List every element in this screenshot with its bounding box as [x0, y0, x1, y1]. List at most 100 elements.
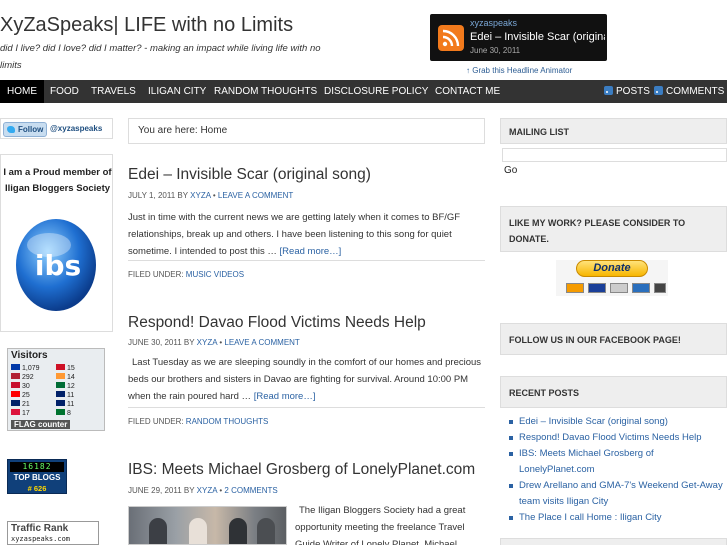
ibs-logo[interactable]: ibs	[13, 215, 99, 315]
twitter-follow-button[interactable]: Follow	[3, 122, 47, 137]
visitor-row: 8	[56, 409, 71, 417]
site-title[interactable]: XyZaSpeaks| LIFE with no Limits	[0, 14, 293, 37]
top-blogs-label: TOP BLOGS	[13, 473, 61, 482]
site-description: did I live? did I love? did I matter? - …	[0, 43, 321, 71]
visitor-row: 11	[56, 400, 74, 408]
top-blogs-counter: 16182	[10, 462, 64, 472]
visitor-row: 292	[11, 373, 34, 381]
facebook-title: FOLLOW US IN OUR FACEBOOK PAGE!	[500, 323, 727, 355]
recent-post-link[interactable]: Respond! Davao Flood Victims Needs Help	[508, 430, 727, 446]
visitor-row: 12	[56, 382, 75, 390]
headline-animator[interactable]: xyzaspeaks Edei – Invisible Scar (origin…	[430, 14, 607, 61]
amex-icon	[632, 283, 650, 293]
visa-icon	[588, 283, 606, 293]
visitor-row: 30	[11, 382, 30, 390]
visitor-row: 25	[11, 391, 30, 399]
traffic-rank-title: Traffic Rank	[11, 523, 69, 534]
nav-item-food[interactable]: FOOD	[43, 80, 86, 103]
flag-icon	[11, 373, 20, 379]
post-comments-link[interactable]: LEAVE A COMMENT	[224, 338, 299, 347]
photo-figure	[189, 518, 207, 544]
filed-under-label: FILED UNDER:	[128, 270, 184, 279]
post-author-link[interactable]: XYZA	[190, 191, 210, 200]
breadcrumb: You are here: Home	[128, 118, 485, 144]
post-categories: FILED UNDER: RANDOM THOUGHTS	[128, 407, 485, 435]
ibs-badge-widget: I am a Proud member of Iligan Bloggers S…	[0, 154, 113, 332]
nav-item-home[interactable]: HOME	[0, 80, 44, 103]
rss-icon	[604, 86, 613, 95]
post-comments-link[interactable]: 2 COMMENTS	[224, 486, 277, 495]
visitor-row: 17	[11, 409, 30, 417]
nav-item-disclosure-policy[interactable]: DISCLOSURE POLICY	[317, 80, 435, 103]
flag-counter-widget[interactable]: Visitors 1,079 15 292 14 30 12 25 11 21 …	[7, 348, 105, 431]
posts-feed-link[interactable]: POSTS	[604, 80, 650, 103]
visitor-row: 14	[56, 373, 75, 381]
mailing-list-title: MAILING LIST	[500, 118, 727, 144]
post-thumbnail-image[interactable]	[128, 506, 287, 545]
nav-item-contact-me[interactable]: CONTACT ME	[428, 80, 507, 103]
donate-title: LIKE MY WORK? PLEASE CONSIDER TO DONATE.	[500, 206, 727, 252]
headline-post-title[interactable]: Edei – Invisible Scar (original	[470, 31, 605, 43]
post-author-link[interactable]: XYZA	[197, 486, 217, 495]
post-date: JUNE 29, 2011	[128, 486, 182, 495]
comments-feed-link[interactable]: COMMENTS	[654, 80, 724, 103]
traffic-rank-badge[interactable]: Traffic Rank xyzaspeaks.com	[7, 521, 99, 545]
photo-figure	[149, 518, 167, 544]
flag-counter-label: FLAG counter	[11, 420, 71, 429]
recent-posts-title: RECENT POSTS	[500, 376, 727, 408]
post-meta: JULY 1, 2011 BY XYZA • LEAVE A COMMENT	[128, 191, 293, 200]
visitors-title: Visitors	[11, 350, 48, 361]
posts-feed-label: POSTS	[616, 86, 650, 97]
post-by-label: BY	[177, 191, 188, 200]
twitter-follow-widget: Follow @xyzaspeaks	[0, 118, 113, 139]
read-more-link[interactable]: [Read more…]	[280, 246, 342, 257]
post-comments-link[interactable]: LEAVE A COMMENT	[218, 191, 293, 200]
donate-button[interactable]: Donate	[576, 260, 648, 277]
mastercard-icon	[566, 283, 584, 293]
flag-icon	[11, 364, 20, 370]
visitor-row: 15	[56, 364, 75, 372]
top-blogs-badge[interactable]: 16182 TOP BLOGS # 626	[7, 459, 67, 494]
mailing-list-go-button[interactable]: Go	[504, 165, 517, 176]
flag-icon	[56, 409, 65, 415]
rss-icon	[654, 86, 663, 95]
post-date: JULY 1, 2011	[128, 191, 176, 200]
post-by-label: BY	[183, 338, 195, 347]
post-title[interactable]: Respond! Davao Flood Victims Needs Help	[128, 314, 426, 332]
flag-icon	[56, 382, 65, 388]
post-excerpt: Just in time with the current news we ar…	[128, 209, 485, 260]
nav-item-travels[interactable]: TRAVELS	[84, 80, 143, 103]
flag-icon	[11, 382, 20, 388]
post-author-link[interactable]: XYZA	[197, 338, 217, 347]
headline-site-name: xyzaspeaks	[470, 18, 518, 28]
nav-item-random-thoughts[interactable]: RANDOM THOUGHTS	[207, 80, 324, 103]
paypal-donate-widget[interactable]: Donate	[556, 260, 668, 296]
recent-post-link[interactable]: Drew Arellano and GMA-7's Weekend Get-Aw…	[508, 478, 727, 510]
read-more-link[interactable]: [Read more…]	[254, 391, 316, 402]
card-icon	[610, 283, 628, 293]
visitor-row: 1,079	[11, 364, 40, 372]
main-navigation: HOME FOOD TRAVELS ILIGAN CITY RANDOM THO…	[0, 80, 727, 103]
flag-icon	[56, 364, 65, 370]
twitter-handle[interactable]: @xyzaspeaks	[50, 124, 102, 133]
post-title[interactable]: IBS: Meets Michael Grosberg of LonelyPla…	[128, 461, 475, 479]
category-link[interactable]: RANDOM THOUGHTS	[186, 417, 269, 426]
mailing-list-email-input[interactable]	[502, 148, 727, 162]
bank-icon	[654, 283, 666, 293]
ibs-member-text: I am a Proud member of Iligan Bloggers S…	[3, 167, 112, 194]
grab-headline-link[interactable]: ↑ Grab this Headline Animator	[466, 66, 572, 75]
rss-feed-icon	[438, 25, 464, 51]
traffic-rank-site: xyzaspeaks.com	[11, 535, 71, 543]
recent-post-link[interactable]: Edei – Invisible Scar (original song)	[508, 414, 727, 430]
next-widget-title	[500, 538, 727, 545]
recent-post-link[interactable]: The Place I call Home : Iligan City	[508, 510, 727, 526]
site-header: XyZaSpeaks| LIFE with no Limits did I li…	[0, 0, 727, 80]
flag-icon	[11, 409, 20, 415]
post-title[interactable]: Edei – Invisible Scar (original song)	[128, 166, 371, 184]
post-by-label: BY	[183, 486, 195, 495]
nav-item-iligan-city[interactable]: ILIGAN CITY	[141, 80, 213, 103]
filed-under-label: FILED UNDER:	[128, 417, 184, 426]
category-link[interactable]: MUSIC VIDEOS	[186, 270, 244, 279]
recent-post-link[interactable]: IBS: Meets Michael Grosberg of LonelyPla…	[508, 446, 727, 478]
post-excerpt: The Iligan Bloggers Society had a great …	[295, 505, 466, 545]
